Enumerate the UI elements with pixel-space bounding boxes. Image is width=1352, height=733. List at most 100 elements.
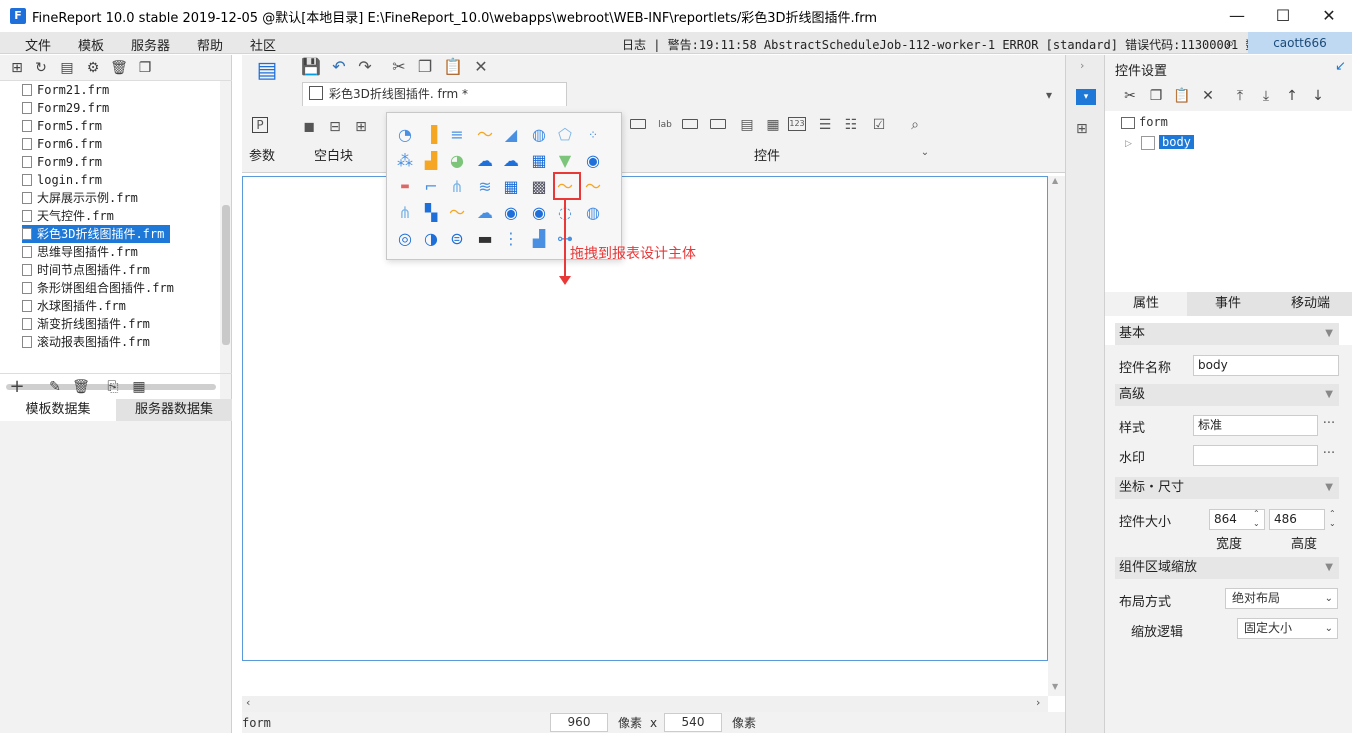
expand-chevron-icon[interactable]: ⌄ (914, 143, 936, 163)
list-item[interactable]: Form29.frm (22, 99, 109, 117)
list-item[interactable]: 时间节点图插件.frm (22, 261, 150, 279)
scale-logic-select[interactable]: 固定大小 ⌄ (1237, 618, 1338, 639)
liquid-chart-icon[interactable]: ◍ (583, 203, 603, 223)
log-message[interactable]: 日志 | 警告:19:11:58 AbstractScheduleJob-112… (622, 36, 1315, 53)
delete-icon[interactable]: 🗑 (72, 378, 90, 396)
list-item[interactable]: login.frm (22, 171, 102, 189)
gantt-chart-icon[interactable]: ▬ (395, 177, 415, 197)
widget-height-input[interactable]: 486 (1269, 509, 1325, 530)
bubble-chart-icon[interactable]: ⁂ (395, 151, 415, 171)
file-list-vscrollbar[interactable] (222, 205, 230, 345)
treemap-chart-icon[interactable]: ▦ (529, 151, 549, 171)
watermark-more-button[interactable]: ··· (1319, 445, 1339, 466)
section-advanced[interactable]: 高级 ▼ (1115, 384, 1339, 406)
combo-chart-icon[interactable]: ▟ (421, 151, 441, 171)
move-down-icon[interactable]: ↓ (1309, 87, 1327, 105)
copy-icon[interactable]: ❐ (1147, 87, 1165, 105)
list-item[interactable]: 滚动报表图插件.frm (22, 333, 150, 351)
tab-template-dataset[interactable]: 模板数据集 (0, 399, 116, 421)
width-spinner-icon[interactable]: ⌃ ⌄ (1253, 509, 1260, 529)
bar-chart-icon[interactable]: ≡ (447, 125, 467, 145)
paste-icon[interactable]: 📋 (1173, 87, 1191, 105)
component-panel-icon[interactable]: ▤ (254, 60, 280, 91)
param-icon[interactable]: P (252, 117, 268, 133)
map-chart-icon[interactable]: ☁ (475, 151, 495, 171)
list-item[interactable]: Form6.frm (22, 135, 102, 153)
list-item-selected[interactable]: 彩色3D折线图插件.frm (22, 225, 171, 243)
list-item[interactable]: 大屏展示示例.frm (22, 189, 138, 207)
region-map-icon[interactable]: ☁ (501, 151, 521, 171)
tab-menu-icon[interactable]: ▾ (1038, 85, 1060, 105)
canvas-vscrollbar[interactable]: ▲ ▼ (1048, 176, 1065, 696)
scroll-right-icon[interactable]: › (1036, 696, 1040, 709)
column-chart-icon[interactable]: ▐ (421, 125, 441, 145)
tree-node-form[interactable]: form (1139, 115, 1168, 129)
matrix-chart-icon[interactable]: ▚ (421, 203, 441, 223)
list-item[interactable]: Form21.frm (22, 81, 109, 99)
scatter-chart-icon[interactable]: ⁘ (583, 125, 603, 145)
tree-node-body[interactable]: body (1159, 135, 1194, 149)
menu-template[interactable]: 模板 (78, 35, 104, 54)
canvas-hscrollbar[interactable]: ‹ › (242, 696, 1048, 712)
cloud-chart-icon[interactable]: ☁ (475, 203, 495, 223)
layout-icon[interactable]: ⊞ (1076, 121, 1088, 137)
menu-help[interactable]: 帮助 (197, 35, 223, 54)
scroll-left-icon[interactable]: ‹ (246, 696, 250, 709)
user-account[interactable]: caott666 (1248, 32, 1352, 54)
search-icon[interactable]: ⌕ (1226, 34, 1234, 52)
section-coords[interactable]: 坐标・尺寸 ▼ (1115, 477, 1339, 499)
checkbox-widget-icon[interactable]: ☑ (868, 115, 890, 135)
preview-widget-icon[interactable]: ⌕ (904, 115, 926, 135)
copy-icon[interactable]: ❐ (414, 57, 436, 77)
donut-chart-icon[interactable]: ◕ (447, 151, 467, 171)
move-up-icon[interactable]: ↑ (1283, 87, 1301, 105)
button-widget-icon[interactable] (682, 119, 698, 129)
date-widget-icon[interactable]: ▤ (736, 115, 758, 135)
copy-icon[interactable]: ❐ (136, 59, 154, 77)
earth-chart-icon[interactable]: ◉ (501, 203, 521, 223)
widget-name-input[interactable]: body (1193, 355, 1339, 376)
line-chart-icon[interactable]: 〜 (475, 125, 495, 145)
radar-chart-icon[interactable]: ⬠ (555, 125, 575, 145)
tree-chart-icon[interactable]: ⋔ (447, 177, 467, 197)
grid-block-icon[interactable]: ⊞ (350, 117, 372, 137)
menu-file[interactable]: 文件 (25, 35, 51, 54)
expand-icon[interactable]: ▷ (1125, 139, 1132, 149)
delete-icon[interactable]: ✕ (470, 57, 492, 77)
dark-panel-icon[interactable]: ▬ (475, 229, 495, 249)
dock-icon[interactable]: ↙ (1335, 59, 1346, 74)
style-input[interactable]: 标准 (1193, 415, 1318, 436)
blank-block-icon[interactable]: ◼ (298, 117, 320, 137)
widget-settings-icon[interactable]: ▾ (1076, 89, 1096, 105)
bar-pie-combo-icon[interactable]: ⋮ (501, 229, 521, 249)
open-icon[interactable]: ▤ (58, 59, 76, 77)
canvas-height-input[interactable]: 540 (664, 713, 722, 732)
close-button[interactable]: ✕ (1306, 0, 1352, 32)
step-chart-icon[interactable]: ⌐ (421, 177, 441, 197)
tab-server-dataset[interactable]: 服务器数据集 (116, 399, 232, 421)
list-item[interactable]: 思维导图插件.frm (22, 243, 138, 261)
style-more-button[interactable]: ··· (1319, 415, 1339, 436)
undo-icon[interactable]: ↶ (328, 57, 350, 77)
collapse-icon[interactable]: › (1080, 59, 1084, 72)
number-widget-icon[interactable]: 123 (788, 117, 806, 131)
maximize-button[interactable]: ☐ (1260, 0, 1306, 32)
radio-widget-icon[interactable]: ☷ (840, 115, 862, 135)
layout-select[interactable]: 绝对布局 ⌄ (1225, 588, 1338, 609)
add-icon[interactable]: + (8, 378, 26, 396)
edit-icon[interactable]: ✎ (46, 378, 64, 396)
calendar-widget-icon[interactable]: ▦ (762, 115, 784, 135)
radial-chart-icon[interactable]: ◑ (421, 229, 441, 249)
list-item[interactable]: 条形饼图组合图插件.frm (22, 279, 174, 297)
textbox-widget-icon[interactable] (630, 119, 646, 129)
canvas-width-input[interactable]: 960 (550, 713, 608, 732)
preview-icon[interactable]: ⎘ (104, 378, 122, 396)
settings-icon[interactable]: ⚙ (84, 59, 102, 77)
textarea-widget-icon[interactable]: ☰ (814, 115, 836, 135)
funnel-chart-icon[interactable]: ▼ (555, 151, 575, 171)
tab-mobile[interactable]: 移动端 (1269, 292, 1352, 316)
menu-server[interactable]: 服务器 (131, 35, 170, 54)
delete-icon[interactable]: ✕ (1199, 87, 1217, 105)
gauge-chart-icon[interactable]: ◍ (529, 125, 549, 145)
minimize-button[interactable]: — (1214, 0, 1260, 32)
